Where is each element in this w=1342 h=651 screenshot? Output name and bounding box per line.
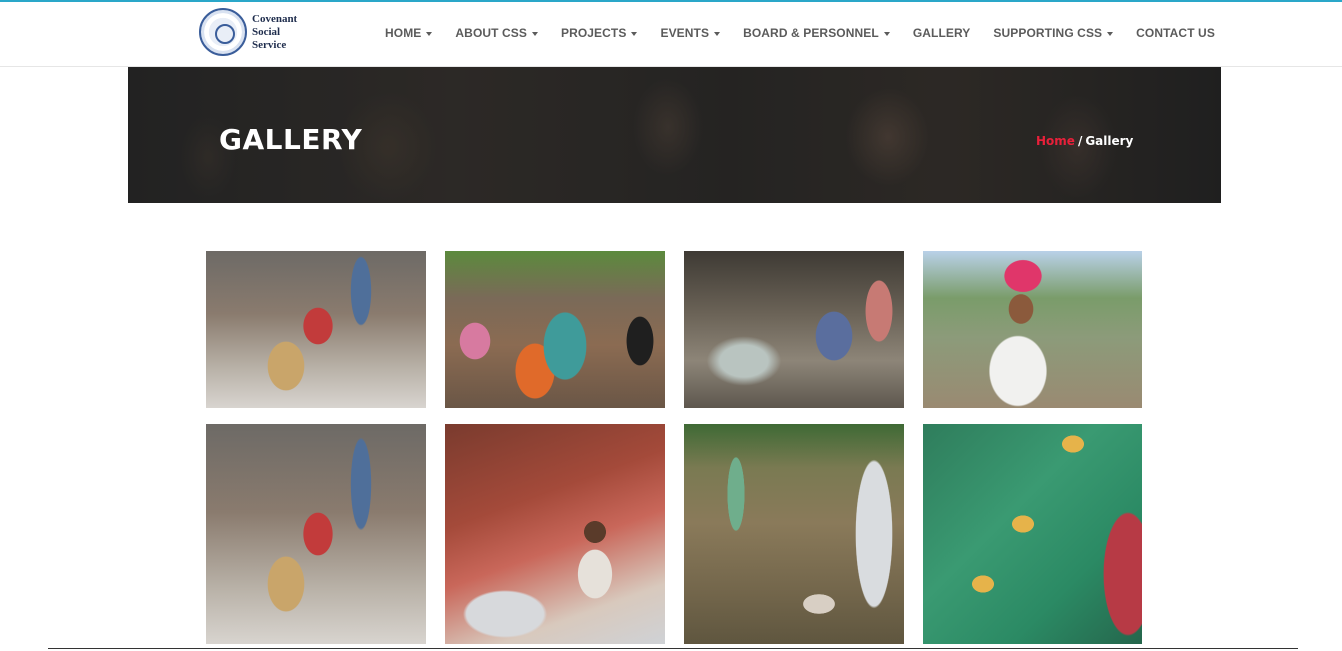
logo-text: Covenant Social Service (252, 13, 297, 52)
nav-item-label: GALLERY (912, 26, 971, 40)
nav-item-gallery[interactable]: GALLERY (913, 26, 971, 40)
main-nav: HOME ABOUT CSS PROJECTS EVENTS BOARD & P… (385, 26, 1215, 40)
site-header: Covenant Social Service HOME ABOUT CSS P… (0, 2, 1342, 67)
gallery-image[interactable] (445, 424, 665, 644)
logo-seal-icon (199, 8, 247, 56)
nav-item-label: ABOUT CSS (455, 26, 527, 40)
breadcrumb: Home / Gallery (1036, 134, 1133, 148)
page-banner: GALLERY Home / Gallery (128, 67, 1221, 203)
logo-line: Social (252, 25, 281, 38)
page-title: GALLERY (219, 123, 363, 156)
gallery-grid (206, 251, 1142, 644)
caret-down-icon (531, 31, 538, 36)
nav-item-home[interactable]: HOME (385, 26, 433, 40)
gallery-image[interactable] (206, 251, 426, 408)
breadcrumb-separator: / (1077, 134, 1083, 148)
nav-item-about-css[interactable]: ABOUT CSS (455, 26, 538, 40)
gallery-image[interactable] (923, 424, 1142, 644)
logo-line: Service (252, 38, 287, 51)
caret-down-icon (1107, 31, 1114, 36)
breadcrumb-current: Gallery (1085, 134, 1134, 148)
gallery-image[interactable] (923, 251, 1142, 408)
site-logo[interactable]: Covenant Social Service (199, 6, 299, 58)
caret-down-icon (714, 31, 721, 36)
caret-down-icon (631, 31, 638, 36)
gallery-image[interactable] (206, 424, 426, 644)
gallery-image[interactable] (684, 424, 904, 644)
gallery-image[interactable] (445, 251, 665, 408)
nav-item-events[interactable]: EVENTS (660, 26, 721, 40)
caret-down-icon (426, 31, 433, 36)
nav-item-projects[interactable]: PROJECTS (560, 26, 638, 40)
gallery-image[interactable] (684, 251, 904, 408)
nav-item-label: SUPPORTING CSS (993, 26, 1103, 40)
nav-item-label: EVENTS (660, 26, 710, 40)
nav-item-label: PROJECTS (560, 26, 627, 40)
nav-item-label: BOARD & PERSONNEL (743, 26, 879, 40)
nav-item-label: HOME (385, 26, 422, 40)
nav-item-board-personnel[interactable]: BOARD & PERSONNEL (743, 26, 890, 40)
nav-item-label: CONTACT US (1136, 26, 1215, 40)
caret-down-icon (883, 31, 890, 36)
breadcrumb-home-link[interactable]: Home (1036, 134, 1075, 148)
nav-item-contact-us[interactable]: CONTACT US (1136, 26, 1215, 40)
nav-item-supporting-css[interactable]: SUPPORTING CSS (993, 26, 1114, 40)
logo-line: Covenant (252, 12, 298, 25)
